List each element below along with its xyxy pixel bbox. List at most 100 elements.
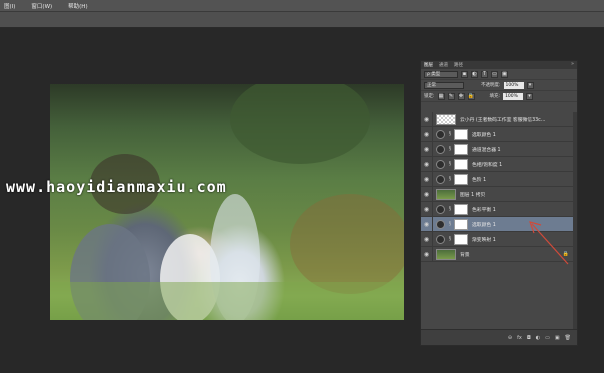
visibility-eye-icon[interactable]: ◉ [421, 126, 433, 142]
opacity-chevron-icon[interactable]: ▾ [526, 81, 534, 89]
watermark-text: www.haoyidianmaxiu.com [6, 178, 227, 196]
chain-link-icon[interactable]: § [447, 221, 453, 227]
layer-mask-thumbnail[interactable] [454, 173, 468, 185]
new-layer-icon[interactable]: ▣ [555, 335, 560, 341]
layer-thumbnail[interactable] [436, 188, 456, 200]
adjustment-icon[interactable]: ◐ [536, 335, 540, 341]
chain-link-icon[interactable]: § [447, 176, 453, 182]
menu-image[interactable]: 图(I) [4, 2, 15, 10]
tab-channels[interactable]: 通道 [439, 62, 448, 68]
filter-shape-icon[interactable]: ▭ [491, 70, 498, 78]
layer-name: 通道混合器 1 [472, 147, 501, 153]
fill-chevron-icon[interactable]: ▾ [526, 92, 534, 100]
fill-label: 填充: [489, 94, 501, 99]
layer-thumbnail[interactable] [436, 248, 456, 260]
layer-name: 色彩平衡 1 [472, 207, 496, 213]
lock-all-icon[interactable]: 🔒 [467, 92, 475, 100]
lock-row: 锁定: ▦ ✎ ✥ 🔒 填充: 100% ▾ [421, 91, 577, 102]
filter-row: ρ 类型 ▪ ◐ T ▭ ▣ [421, 69, 577, 80]
autumn-foliage-shape [290, 194, 404, 294]
foliage-shape [230, 84, 370, 164]
layer-mask-thumbnail[interactable] [454, 158, 468, 170]
panel-menu-icon[interactable]: » [571, 61, 574, 67]
layer-name: 云小丹 (王者数码工作室 客服微信33c... [460, 117, 546, 123]
adjustment-layer-icon [436, 174, 445, 184]
visibility-eye-icon[interactable]: ◉ [421, 171, 433, 187]
blend-row: 正常 不透明度: 100% ▾ [421, 80, 577, 91]
layer-mask-thumbnail[interactable] [454, 218, 468, 230]
opacity-input[interactable]: 100% [503, 81, 524, 89]
visibility-eye-icon[interactable]: ◉ [421, 112, 433, 127]
opacity-label: 不透明度: [481, 83, 501, 88]
layer-name: 选取颜色 1 [472, 132, 496, 138]
options-bar [0, 12, 604, 28]
tab-layers[interactable]: 图层 [424, 62, 433, 68]
layer-row[interactable]: ◉ § 选取颜色 1 [421, 126, 577, 142]
visibility-eye-icon[interactable]: ◉ [421, 141, 433, 157]
layers-panel: 图层 通道 路径 » ρ 类型 ▪ ◐ T ▭ ▣ 正常 不透明度: 100% … [420, 60, 578, 346]
layer-row[interactable]: ◉ § 色相/饱和度 1 [421, 156, 577, 172]
adjustment-layer-icon [436, 144, 445, 154]
adjustment-layer-icon [436, 159, 445, 169]
fx-icon[interactable]: fx [517, 335, 522, 341]
fill-input[interactable]: 100% [503, 92, 524, 100]
layer-name: 渐变映射 1 [472, 237, 496, 243]
lock-brush-icon[interactable]: ✎ [447, 92, 455, 100]
panel-footer: ⊖ fx ◘ ◐ ▭ ▣ 🗑 [421, 329, 577, 345]
lock-icon: 🔒 [562, 251, 569, 257]
document-canvas[interactable] [50, 84, 404, 320]
layer-row[interactable]: ◉ § 选取颜色 1 [421, 216, 577, 232]
layer-mask-thumbnail[interactable] [454, 128, 468, 140]
menu-window[interactable]: 窗口(W) [31, 2, 52, 10]
layer-name: 背景 [460, 252, 470, 258]
blend-mode-select[interactable]: 正常 [424, 81, 464, 89]
chain-link-icon[interactable]: § [447, 146, 453, 152]
lawn-shape [50, 282, 404, 320]
chain-link-icon[interactable]: § [447, 131, 453, 137]
folder-icon[interactable]: ▭ [545, 335, 550, 341]
layers-scrollbar[interactable] [573, 112, 577, 329]
layer-filter-select[interactable]: ρ 类型 [424, 70, 458, 78]
layer-name: 选取颜色 1 [472, 222, 496, 228]
visibility-eye-icon[interactable]: ◉ [421, 201, 433, 217]
adjustment-layer-icon [436, 204, 445, 214]
layer-name: 色阶 1 [472, 177, 487, 183]
menu-bar: 图(I) 窗口(W) 帮助(H) [0, 0, 604, 12]
layer-mask-thumbnail[interactable] [454, 233, 468, 245]
lock-label: 锁定: [424, 94, 435, 99]
layer-row[interactable]: ◉ § 色彩平衡 1 [421, 201, 577, 217]
layer-row[interactable]: ◉ 云小丹 (王者数码工作室 客服微信33c... [421, 112, 577, 127]
layer-name: 图层 1 拷贝 [460, 192, 486, 198]
adjustment-layer-icon [436, 219, 445, 229]
layers-list: ◉ 云小丹 (王者数码工作室 客服微信33c... ◉ § 选取颜色 1 ◉ § 通道混合器 … [421, 112, 577, 329]
layer-row[interactable]: ◉ 图层 1 拷贝 [421, 186, 577, 202]
layer-mask-thumbnail[interactable] [454, 203, 468, 215]
layer-mask-thumbnail[interactable] [454, 143, 468, 155]
tab-paths[interactable]: 路径 [454, 62, 463, 68]
filter-pixel-icon[interactable]: ▪ [461, 70, 468, 78]
menu-help[interactable]: 帮助(H) [68, 2, 87, 10]
layer-row[interactable]: ◉ § 色阶 1 [421, 171, 577, 187]
visibility-eye-icon[interactable]: ◉ [421, 231, 433, 247]
lock-transparent-icon[interactable]: ▦ [437, 92, 445, 100]
layer-row[interactable]: ◉ § 渐变映射 1 [421, 231, 577, 247]
visibility-eye-icon[interactable]: ◉ [421, 216, 433, 232]
chain-link-icon[interactable]: § [447, 236, 453, 242]
visibility-eye-icon[interactable]: ◉ [421, 246, 433, 262]
mask-icon[interactable]: ◘ [527, 335, 531, 341]
visibility-eye-icon[interactable]: ◉ [421, 156, 433, 172]
visibility-eye-icon[interactable]: ◉ [421, 186, 433, 202]
layer-row[interactable]: ◉ 背景 🔒 [421, 246, 577, 262]
trash-icon[interactable]: 🗑 [565, 335, 571, 341]
filter-adjustment-icon[interactable]: ◐ [471, 70, 478, 78]
layer-thumbnail[interactable] [436, 113, 456, 125]
chain-link-icon[interactable]: § [447, 161, 453, 167]
filter-smart-icon[interactable]: ▣ [501, 70, 508, 78]
filter-type-icon[interactable]: T [481, 70, 488, 78]
lock-move-icon[interactable]: ✥ [457, 92, 465, 100]
chain-link-icon[interactable]: § [447, 206, 453, 212]
link-icon[interactable]: ⊖ [508, 335, 512, 341]
layer-name: 色相/饱和度 1 [472, 162, 503, 168]
layer-row[interactable]: ◉ § 通道混合器 1 [421, 141, 577, 157]
adjustment-layer-icon [436, 234, 445, 244]
